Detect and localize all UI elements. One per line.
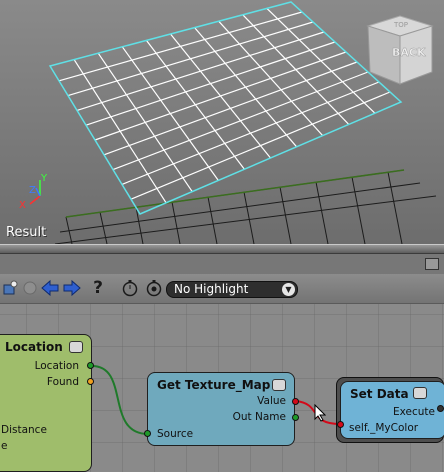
svg-text:Z: Z xyxy=(29,185,36,196)
node-location-title: Location xyxy=(5,340,63,354)
plane-grid-line xyxy=(121,81,380,185)
pin-out-name-out[interactable] xyxy=(292,414,299,421)
panel-header-strip xyxy=(0,254,444,274)
axis-gizmo: Y Z X xyxy=(19,173,48,211)
help-icon[interactable]: ? xyxy=(88,278,108,298)
port-value: Value xyxy=(257,395,286,407)
node-graph-icon[interactable] xyxy=(0,278,20,298)
plane-grid-line xyxy=(218,20,324,137)
plane-grid-line xyxy=(242,14,350,125)
back-arrow-icon[interactable] xyxy=(40,278,60,298)
plane-grid-line xyxy=(266,7,376,114)
pin-location-out[interactable] xyxy=(87,362,94,369)
port-found: Found xyxy=(46,376,79,388)
node-set-data-selection[interactable]: Set Data Execute self._MyColor xyxy=(336,377,444,443)
maximize-panel-button[interactable] xyxy=(425,258,439,270)
node-menu-icon[interactable] xyxy=(272,379,286,391)
node-set-data-title: Set Data xyxy=(350,387,409,401)
stopwatch-alt-icon[interactable] xyxy=(144,278,164,298)
svg-text:X: X xyxy=(19,200,26,211)
node-get-texture-map[interactable]: Get Texture_Map Value Out Name Source xyxy=(147,372,295,446)
port-out-name: Out Name xyxy=(232,411,286,423)
plane-grid-line xyxy=(130,91,391,200)
pin-source-in[interactable] xyxy=(144,430,151,437)
stopwatch-icon[interactable] xyxy=(120,278,140,298)
node-menu-icon[interactable] xyxy=(413,387,427,399)
port-execute: Execute xyxy=(393,406,435,418)
node-set-data[interactable]: Set Data Execute self._MyColor xyxy=(340,381,444,439)
node-get-texture-map-title: Get Texture_Map xyxy=(157,378,271,392)
node-menu-icon[interactable] xyxy=(69,341,83,353)
pin-my-color-in[interactable] xyxy=(337,421,344,428)
mouse-cursor-icon xyxy=(314,404,326,422)
highlight-dropdown[interactable]: No Highlight ▼ xyxy=(166,281,298,298)
3d-viewport[interactable]: Y Z X TOP BACK Result xyxy=(0,0,444,244)
wire-location-source xyxy=(91,365,149,435)
svg-text:Y: Y xyxy=(40,173,48,184)
port-my-color: self._MyColor xyxy=(349,422,419,434)
highlight-dropdown-value: No Highlight xyxy=(174,282,249,296)
view-cube-face-label: BACK xyxy=(392,46,426,59)
port-location: Location xyxy=(34,360,79,372)
node-graph-canvas[interactable]: Location Location Found Distance e Get T… xyxy=(0,304,444,472)
pin-found-out[interactable] xyxy=(87,378,94,385)
port-e: e xyxy=(1,440,8,452)
viewport-label: Result xyxy=(6,225,47,240)
panel-splitter[interactable] xyxy=(0,244,444,254)
port-source: Source xyxy=(157,428,194,440)
plane-grid xyxy=(58,7,391,204)
port-distance: Distance xyxy=(1,424,47,436)
forward-arrow-icon[interactable] xyxy=(62,278,82,298)
pin-execute-out[interactable] xyxy=(437,405,444,412)
chevron-down-icon: ▼ xyxy=(282,283,295,296)
view-cube[interactable]: TOP BACK xyxy=(364,14,436,86)
pin-value-out[interactable] xyxy=(292,398,299,405)
node-location[interactable]: Location Location Found Distance e xyxy=(0,334,92,472)
disabled-circle-icon[interactable] xyxy=(20,278,40,298)
view-cube-top-label: TOP xyxy=(393,21,408,29)
ground-grid xyxy=(54,169,437,244)
